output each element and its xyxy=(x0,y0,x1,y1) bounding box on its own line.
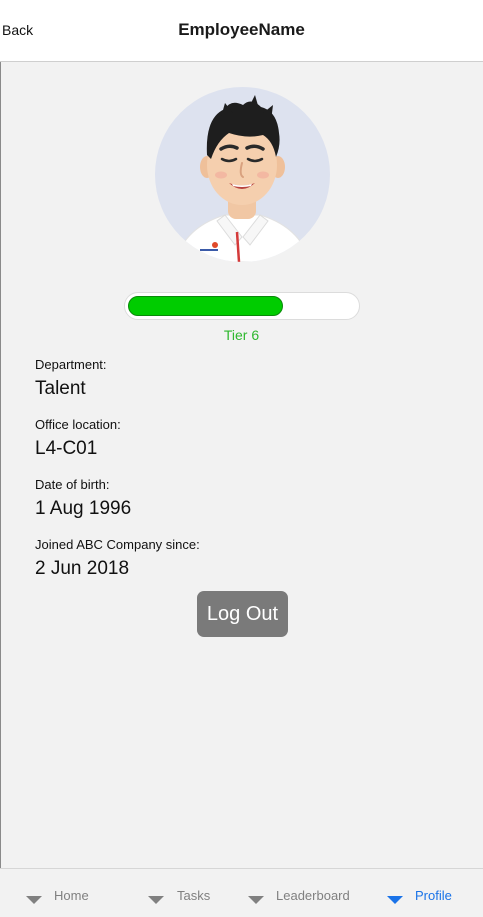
department-value: Talent xyxy=(35,378,86,399)
joined-since-label: Joined ABC Company since: xyxy=(35,537,200,552)
tab-leaderboard-label: Leaderboard xyxy=(276,888,350,903)
tier-progress-bar xyxy=(124,292,360,320)
triangle-down-icon xyxy=(148,896,164,904)
avatar xyxy=(155,87,330,262)
triangle-down-icon xyxy=(248,896,264,904)
page-title: EmployeeName xyxy=(178,20,305,39)
top-bar: Back EmployeeName xyxy=(0,0,483,62)
tab-home[interactable]: Home xyxy=(24,869,124,917)
tab-leaderboard[interactable]: Leaderboard xyxy=(247,869,372,917)
tab-tasks-label: Tasks xyxy=(177,888,211,903)
avatar-illustration xyxy=(174,95,311,262)
tab-home-label: Home xyxy=(54,888,89,903)
logout-button[interactable]: Log Out xyxy=(197,591,288,637)
left-edge-divider xyxy=(0,0,1,916)
bottom-tab-bar: Home Tasks Leaderboard Profile xyxy=(0,868,483,917)
date-of-birth-label: Date of birth: xyxy=(35,477,110,492)
tab-tasks[interactable]: Tasks xyxy=(147,869,237,917)
joined-since-value: 2 Jun 2018 xyxy=(35,558,130,579)
triangle-down-icon xyxy=(387,896,403,904)
date-of-birth-value: 1 Aug 1996 xyxy=(35,498,132,519)
tier-label: Tier 6 xyxy=(223,327,260,343)
tab-profile-label: Profile xyxy=(415,888,452,903)
office-location-value: L4-C01 xyxy=(35,438,98,459)
tier-progress-fill xyxy=(128,296,283,316)
tab-profile[interactable]: Profile xyxy=(386,869,476,917)
triangle-down-icon xyxy=(26,896,42,904)
office-location-label: Office location: xyxy=(35,417,121,432)
department-label: Department: xyxy=(35,357,107,372)
